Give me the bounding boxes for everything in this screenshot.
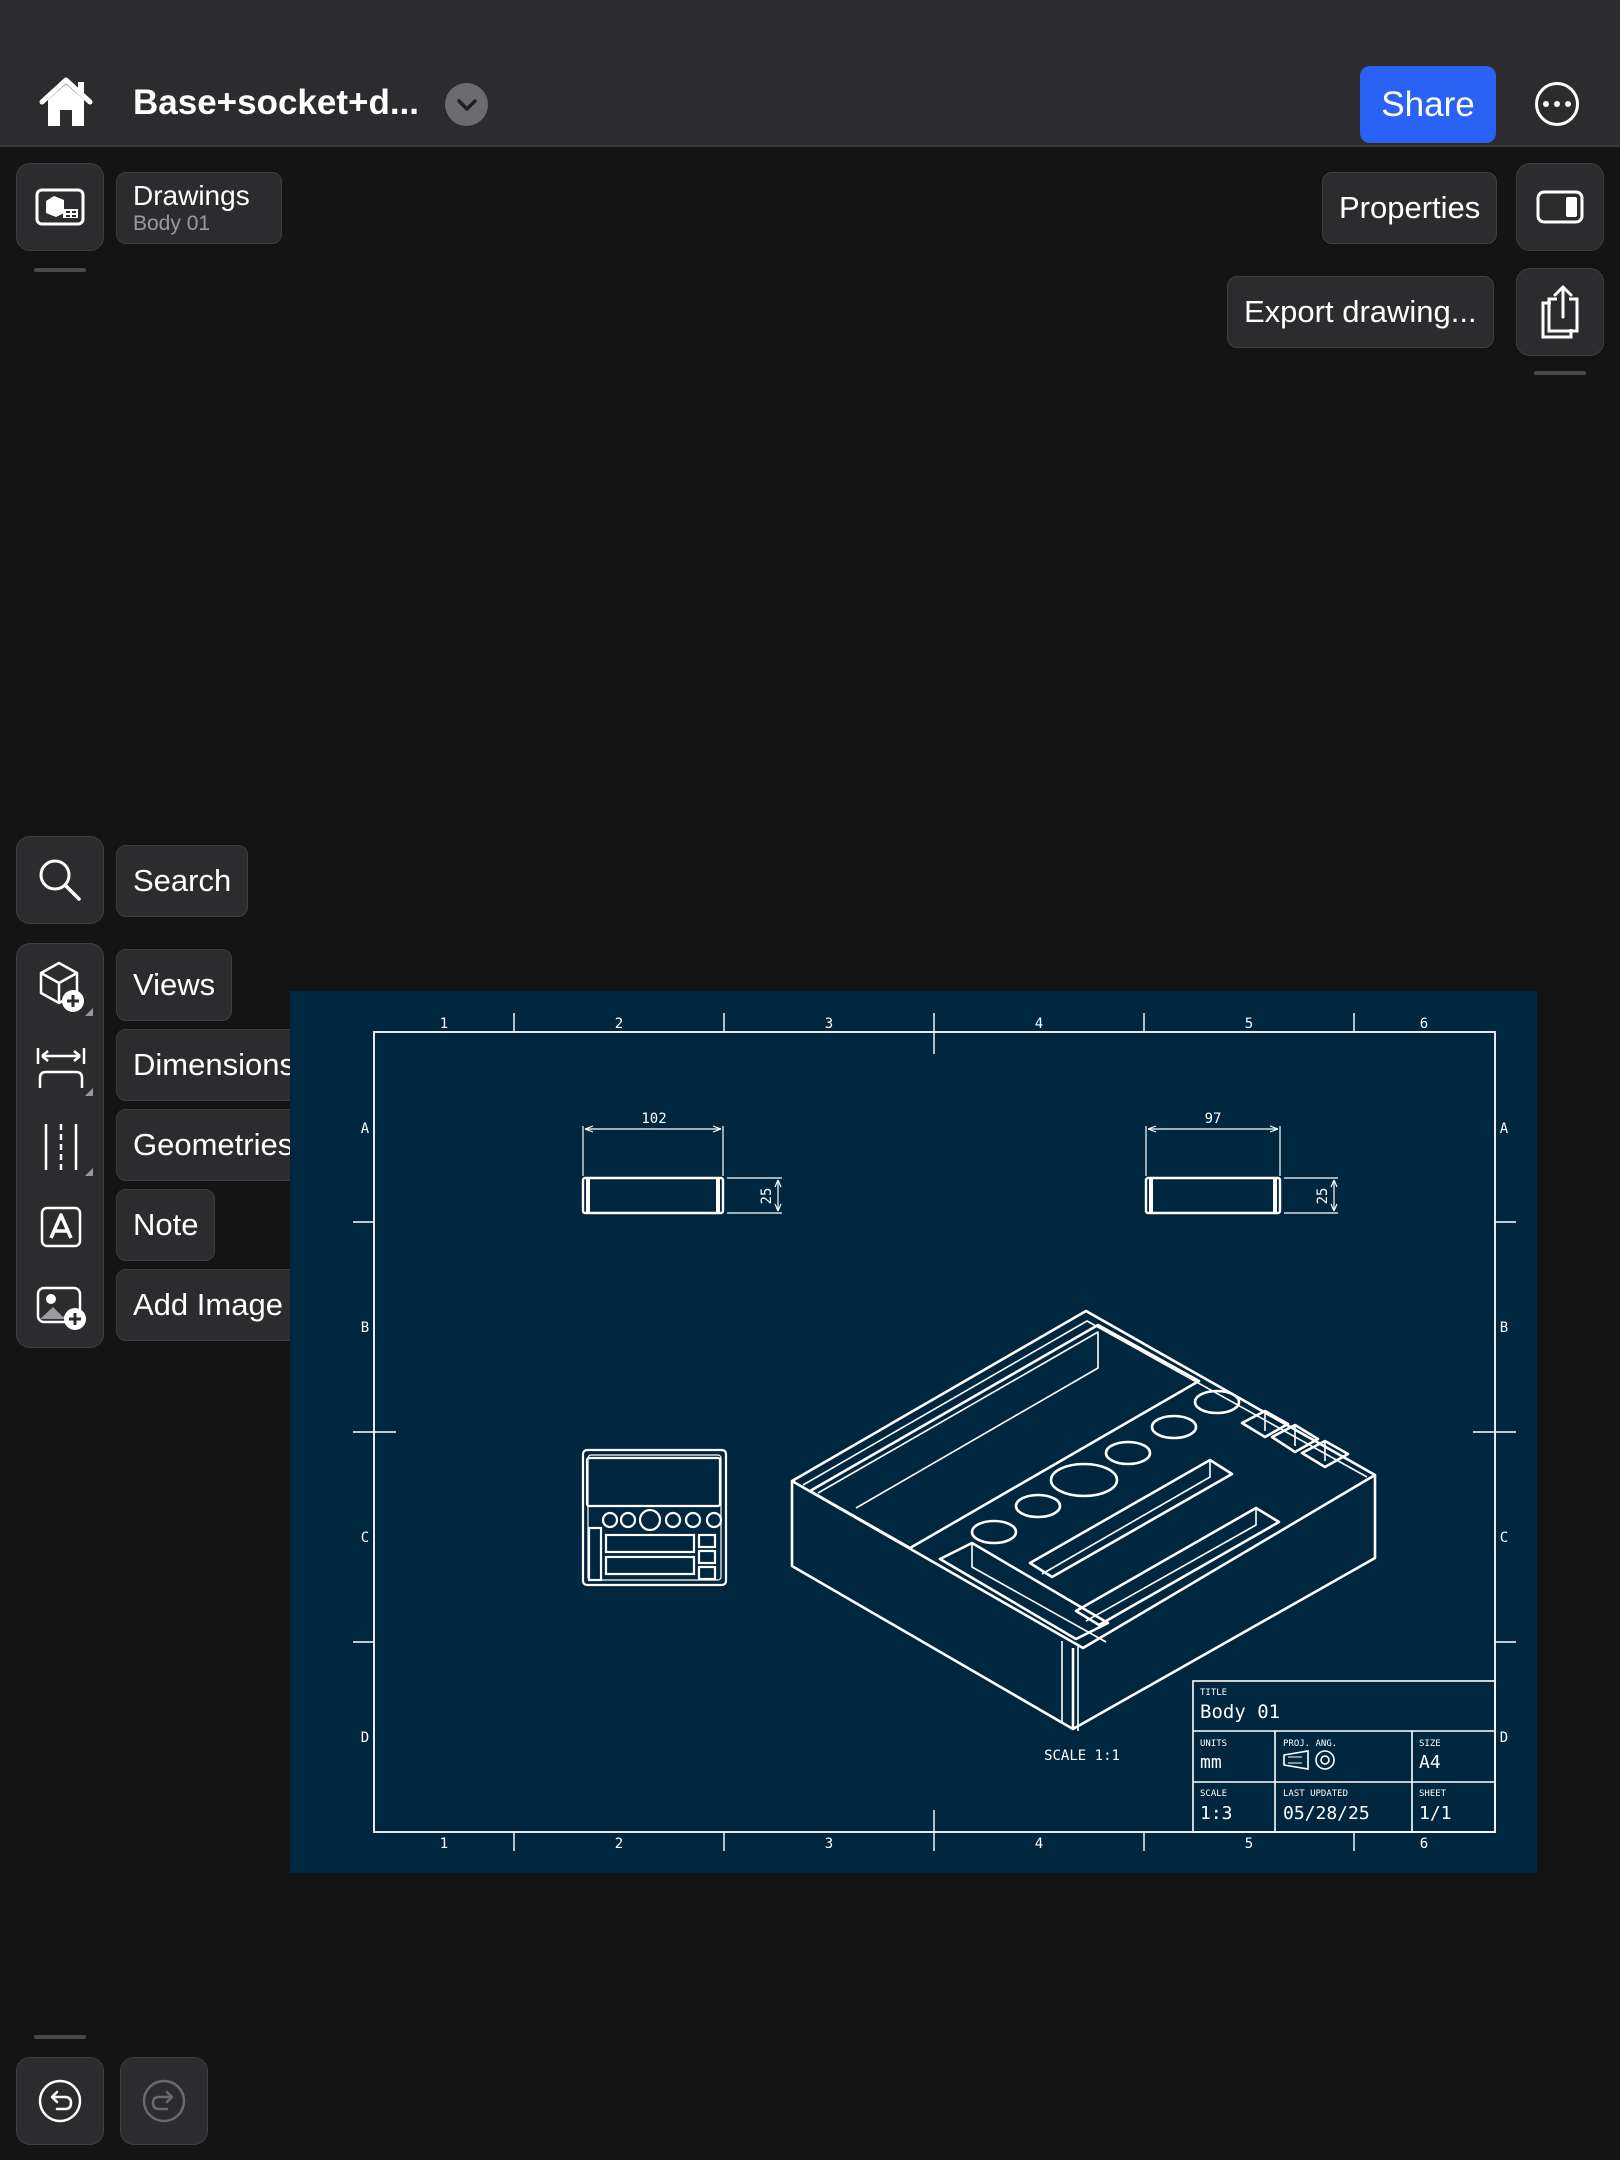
last-updated-header: LAST UPDATED: [1283, 1789, 1348, 1799]
title-header: TITLE: [1200, 1688, 1227, 1698]
sheet-border: [373, 1031, 1496, 1833]
units-value[interactable]: mm: [1200, 1752, 1222, 1773]
projection-angle-icon: [1283, 1750, 1335, 1770]
dimension-width-right[interactable]: 97: [1205, 1111, 1222, 1127]
share-export-icon: [1541, 285, 1579, 339]
last-updated-value: 05/28/25: [1283, 1803, 1370, 1824]
document-title[interactable]: Base+socket+d...: [133, 83, 419, 123]
col-label-top: 6: [1420, 1016, 1428, 1032]
top-bar: Base+socket+d... Share: [0, 0, 1620, 147]
col-label-bottom: 3: [825, 1836, 833, 1852]
scale-value[interactable]: 1:3: [1200, 1803, 1233, 1824]
undo-icon: [38, 2079, 82, 2123]
workspace-title: Drawings: [133, 180, 250, 211]
export-button[interactable]: [1516, 268, 1604, 356]
panel-grabber[interactable]: [34, 268, 86, 272]
properties-button[interactable]: Properties: [1322, 172, 1498, 244]
col-label-bottom: 5: [1245, 1836, 1253, 1852]
col-label-top: 3: [825, 1016, 833, 1032]
note-label[interactable]: Note: [116, 1189, 216, 1261]
add-image-icon[interactable]: [31, 1277, 91, 1337]
row-label-right: D: [1500, 1730, 1508, 1746]
side-view[interactable]: [1144, 1125, 1338, 1215]
geometries-icon[interactable]: [31, 1117, 91, 1177]
row-label-left: B: [361, 1320, 369, 1336]
workspace-subtitle: Body 01: [133, 212, 211, 235]
undo-button[interactable]: [16, 2057, 104, 2145]
sidebar-toggle-icon: [1536, 190, 1584, 224]
dimension-width-left[interactable]: 102: [641, 1111, 666, 1127]
front-view[interactable]: [581, 1125, 782, 1215]
search-label[interactable]: Search: [116, 845, 249, 917]
redo-button[interactable]: [120, 2057, 208, 2145]
bottom-grabber[interactable]: [34, 2035, 86, 2039]
search-button[interactable]: [16, 836, 104, 924]
drawing-sheet[interactable]: 1 2 3 4 5 6 1 2 3 4 5 6 A B C D A B C D: [290, 991, 1537, 1873]
projection-header: PROJ. ANG.: [1283, 1739, 1337, 1749]
views-label[interactable]: Views: [116, 949, 233, 1021]
units-header: UNITS: [1200, 1739, 1227, 1749]
more-icon[interactable]: [1535, 82, 1579, 126]
row-label-left: A: [361, 1121, 370, 1137]
size-value[interactable]: A4: [1419, 1752, 1441, 1773]
views-add-icon[interactable]: [31, 957, 91, 1017]
col-label-top: 5: [1245, 1016, 1253, 1032]
redo-icon: [142, 2079, 186, 2123]
col-label-bottom: 1: [440, 1836, 448, 1852]
scale-header: SCALE: [1200, 1789, 1227, 1799]
tool-palette: [16, 943, 104, 1348]
home-icon[interactable]: [38, 76, 94, 128]
col-label-top: 4: [1035, 1016, 1043, 1032]
dimension-height-left[interactable]: 25: [759, 1188, 775, 1205]
chevron-down-icon[interactable]: [445, 83, 488, 126]
sheet-value[interactable]: 1/1: [1419, 1803, 1452, 1824]
dimensions-label[interactable]: Dimensions: [116, 1029, 312, 1101]
note-icon[interactable]: [31, 1197, 91, 1257]
isometric-view[interactable]: [790, 1309, 1377, 1731]
row-label-right: C: [1500, 1530, 1508, 1546]
row-label-left: D: [361, 1730, 369, 1746]
col-label-top: 2: [615, 1016, 623, 1032]
drawing-canvas[interactable]: 1 2 3 4 5 6 1 2 3 4 5 6 A B C D A B C D: [290, 991, 1537, 1873]
export-drawing-button[interactable]: Export drawing...: [1227, 276, 1494, 348]
geometries-label[interactable]: Geometries: [116, 1109, 311, 1181]
dimension-height-right[interactable]: 25: [1315, 1188, 1331, 1205]
sidebar-toggle-button[interactable]: [1516, 163, 1604, 251]
search-icon: [39, 859, 81, 901]
panel-grabber-right[interactable]: [1534, 371, 1586, 375]
workspace-label[interactable]: Drawings Body 01: [116, 172, 282, 244]
sheet-header: SHEET: [1419, 1789, 1447, 1799]
row-label-right: A: [1500, 1121, 1509, 1137]
col-label-bottom: 4: [1035, 1836, 1043, 1852]
col-label-top: 1: [440, 1016, 448, 1032]
dimensions-icon[interactable]: [31, 1037, 91, 1097]
size-header: SIZE: [1419, 1739, 1441, 1749]
drawings-workspace-button[interactable]: [16, 163, 104, 251]
add-image-label[interactable]: Add Image: [116, 1269, 300, 1341]
col-label-bottom: 6: [1420, 1836, 1428, 1852]
title-value[interactable]: Body 01: [1200, 1701, 1280, 1723]
view-scale-label: SCALE 1:1: [1044, 1748, 1120, 1764]
drawings-icon: [35, 188, 85, 226]
row-label-left: C: [361, 1530, 369, 1546]
column-ticks: [353, 1013, 1516, 1851]
row-label-right: B: [1500, 1320, 1508, 1336]
col-label-bottom: 2: [615, 1836, 623, 1852]
top-view[interactable]: [581, 1448, 728, 1587]
share-button[interactable]: Share: [1360, 66, 1496, 143]
